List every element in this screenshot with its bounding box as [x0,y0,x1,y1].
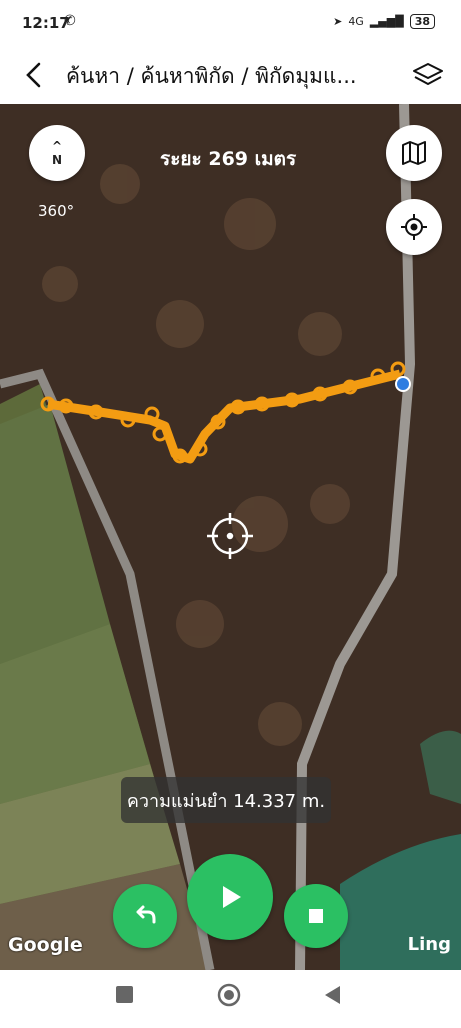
locate-icon [401,214,427,240]
app-bar: ค้นหา / ค้นหาพิกัด / พิกัดมุมแ... [0,48,461,104]
system-nav-bar [0,970,461,1024]
recents-icon[interactable] [116,986,133,1003]
location-arrow-icon: ➤ [333,15,343,28]
play-icon [223,886,241,908]
map-icon [402,141,426,165]
current-location-dot [395,376,411,392]
map-type-button[interactable] [386,125,442,181]
compass-button[interactable]: ^ N [29,125,85,181]
signal-icon: ▂▄▆█ [369,15,404,28]
nav-icons [116,983,340,1007]
stop-button[interactable] [284,884,348,948]
network-label: 4G [348,15,364,28]
map-credit: Ling [407,934,451,955]
accuracy-label: ความแม่นยำ 14.337 m. [121,777,331,823]
satellite-map[interactable]: ^ N 360° ระยะ 269 เมตร ความแม่นยำ 14.337… [0,104,461,970]
play-button[interactable] [187,854,273,940]
layers-icon[interactable] [411,58,445,92]
battery-icon: 38 [409,14,435,29]
compass-label: N [51,153,63,167]
page-title: ค้นหา / ค้นหาพิกัด / พิกัดมุมแ... [66,64,357,88]
heading-value: 360° [38,202,75,220]
wifi-call-icon: ✆ [64,13,76,29]
undo-button[interactable] [113,884,177,948]
google-logo: Google [8,934,83,956]
status-time: 12:17 [22,14,70,32]
back-arrow-icon[interactable] [18,58,52,92]
status-icons: ➤ 4G ▂▄▆█ 38 [333,14,435,29]
undo-icon [136,905,156,924]
distance-label: ระยะ 269 เมตร [160,148,297,170]
locate-button[interactable] [386,199,442,255]
back-nav-icon[interactable] [325,986,340,1004]
status-bar: 12:17 ✆ ➤ 4G ▂▄▆█ 38 [0,0,461,48]
stop-icon [309,909,323,923]
compass-arrow-icon: ^ [51,139,63,153]
